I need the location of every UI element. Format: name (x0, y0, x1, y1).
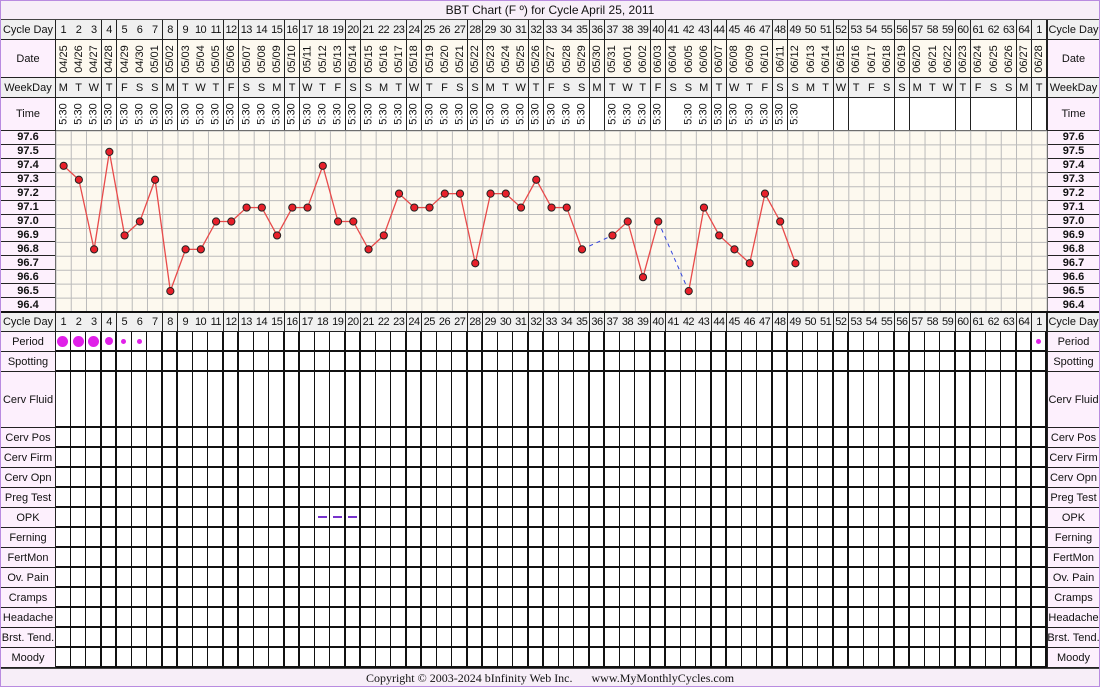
temp-point (151, 175, 160, 184)
plot-background (56, 131, 1047, 312)
temperature-plot (1, 130, 1099, 313)
temp-point (59, 161, 68, 170)
temp-point (547, 203, 556, 212)
temp-point (196, 245, 205, 254)
temp-point (425, 203, 434, 212)
temp-point (181, 245, 190, 254)
temp-point (486, 189, 495, 198)
temp-point (74, 175, 83, 184)
temp-point (333, 217, 343, 226)
temp-point (776, 217, 785, 226)
temp-point (562, 203, 571, 212)
temp-point (288, 203, 297, 212)
temp-point (303, 203, 312, 212)
temp-point (379, 231, 388, 240)
footer: Copyright © 2003-2024 bInfinity Web Inc.… (1, 668, 1099, 686)
temp-point (257, 203, 266, 212)
temp-point (516, 203, 526, 212)
temp-point (654, 217, 663, 226)
temp-point (105, 147, 114, 156)
temp-point (135, 217, 144, 226)
bbt-chart-page: BBT Chart (F º) for Cycle April 25, 2011… (0, 0, 1100, 687)
temp-point (394, 189, 404, 198)
copyright-text: Copyright © 2003-2024 bInfinity Web Inc. (365, 671, 573, 685)
site-link[interactable]: www.MyMonthlyCycles.com (592, 671, 735, 685)
temp-point (745, 259, 754, 268)
temp-point (242, 203, 251, 212)
temp-point (349, 217, 358, 226)
temp-point (532, 175, 541, 184)
temp-point (608, 231, 617, 240)
temp-point (471, 259, 480, 268)
temp-point (638, 273, 648, 282)
temp-point (684, 287, 693, 296)
temp-point (760, 189, 770, 198)
temp-point (90, 245, 99, 254)
temp-point (730, 245, 739, 254)
temp-point (211, 217, 221, 226)
temp-point (577, 245, 587, 254)
temp-point (364, 245, 373, 254)
temp-point (699, 203, 709, 212)
temp-point (227, 217, 236, 226)
temp-point (318, 161, 327, 170)
temp-point (791, 259, 800, 268)
temp-point (440, 189, 449, 198)
temp-point (272, 231, 282, 240)
temp-point (501, 189, 510, 198)
temp-point (623, 217, 632, 226)
temp-point (120, 231, 129, 240)
temp-point (166, 287, 175, 296)
temp-point (715, 231, 724, 240)
temp-point (455, 189, 465, 198)
temp-point (410, 203, 419, 212)
